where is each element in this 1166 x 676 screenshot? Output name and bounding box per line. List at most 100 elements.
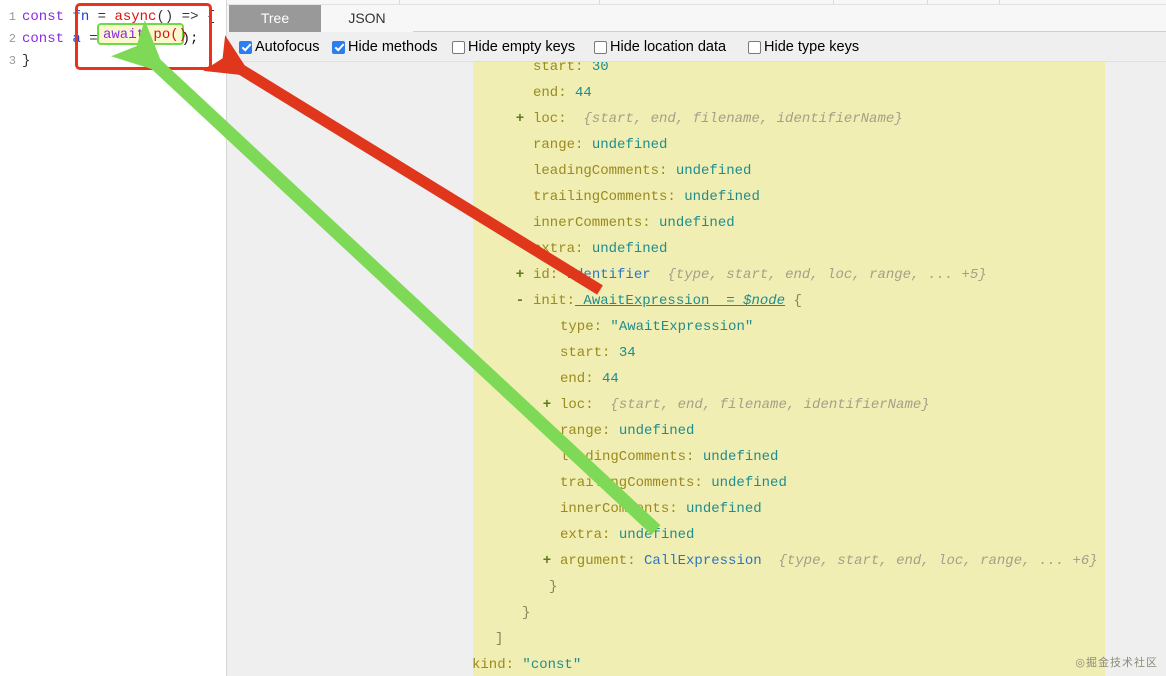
tree-key: range:: [560, 423, 611, 439]
tree-row[interactable]: extra: undefined: [227, 522, 1166, 548]
tree-value: undefined: [694, 449, 779, 465]
option-label: Hide methods: [348, 39, 438, 55]
tree-row[interactable]: type: "AwaitExpression": [227, 314, 1166, 340]
tree-key: extra:: [560, 527, 611, 543]
collapse-toggle-icon[interactable]: -: [515, 288, 525, 314]
tree-row[interactable]: range: undefined: [227, 418, 1166, 444]
tab-tree[interactable]: Tree: [229, 5, 321, 32]
tree-key: id:: [533, 267, 559, 283]
tree-key: innerComments:: [533, 215, 651, 231]
code-token: =: [80, 31, 107, 47]
tree-row-content: range: undefined: [533, 132, 667, 158]
tree-row[interactable]: innerComments: undefined: [227, 210, 1166, 236]
tree-row[interactable]: }: [227, 600, 1166, 626]
tree-row[interactable]: ]: [227, 626, 1166, 652]
tree-row[interactable]: leadingComments: undefined: [227, 444, 1166, 470]
checkbox-icon[interactable]: [594, 40, 607, 54]
tree-row[interactable]: end: 44: [227, 80, 1166, 106]
tree-key: loc:: [560, 397, 594, 413]
expand-toggle-icon[interactable]: +: [515, 262, 525, 288]
tab-json[interactable]: JSON: [321, 5, 413, 32]
tree-row-content: extra: undefined: [533, 236, 667, 262]
tree-value: undefined: [675, 189, 760, 205]
tree-row-content: }: [549, 574, 557, 600]
tree-value: undefined: [702, 475, 787, 491]
option-hide-location-data[interactable]: Hide location data: [594, 37, 726, 57]
code-line-text: const a = await po();: [22, 28, 198, 50]
tree-row[interactable]: start: 30: [227, 62, 1166, 80]
tree-row[interactable]: + loc: {start, end, filename, identifierN…: [227, 392, 1166, 418]
tree-row[interactable]: trailingComments: undefined: [227, 470, 1166, 496]
tree-key: type:: [560, 319, 603, 335]
tree-value: undefined: [610, 527, 695, 543]
tree-key: end:: [533, 85, 567, 101]
tree-row[interactable]: + loc: {start, end, filename, identifierN…: [227, 106, 1166, 132]
option-autofocus[interactable]: Autofocus: [239, 37, 320, 57]
tree-row[interactable]: start: 34: [227, 340, 1166, 366]
code-token: }: [22, 53, 31, 69]
tree-brace: ]: [495, 631, 504, 647]
code-line-text: }: [22, 50, 30, 72]
tree-key: start:: [533, 62, 584, 75]
tree-row[interactable]: - init: AwaitExpression = $node {: [227, 288, 1166, 314]
tree-row-content: trailingComments: undefined: [533, 184, 760, 210]
tree-row[interactable]: range: undefined: [227, 132, 1166, 158]
tree-value: AwaitExpression: [575, 293, 710, 309]
tree-brace: {: [785, 293, 802, 309]
tree-row[interactable]: + argument: CallExpression {type, start, …: [227, 548, 1166, 574]
tree-value: undefined: [583, 241, 668, 257]
tree-row-content: loc: {start, end, filename, identifierNa…: [533, 106, 903, 132]
line-number: 1: [8, 10, 16, 24]
tree-value: undefined: [610, 423, 695, 439]
options-toolbar: Autofocus Hide methods Hide empty keys Hide…: [227, 32, 1166, 62]
tree-row[interactable]: innerComments: undefined: [227, 496, 1166, 522]
expand-toggle-icon[interactable]: +: [542, 392, 552, 418]
code-line-text: const fn = async() => {: [22, 6, 215, 28]
tree-value: 44: [566, 85, 592, 101]
tree-row-content: type: "AwaitExpression": [560, 314, 753, 340]
option-hide-empty-keys[interactable]: Hide empty keys: [452, 37, 575, 57]
option-label: Hide empty keys: [468, 39, 576, 55]
line-number: 2: [8, 32, 16, 46]
tree-key: loc:: [533, 111, 567, 127]
tree-brace: }: [522, 605, 531, 621]
tree-value: "AwaitExpression": [602, 319, 754, 335]
checkbox-icon[interactable]: [332, 40, 345, 54]
tree-row-content: extra: undefined: [560, 522, 694, 548]
tree-value: undefined: [650, 215, 735, 231]
tree-node-alias: = $node: [709, 293, 786, 309]
checkbox-icon[interactable]: [452, 40, 465, 54]
code-token: =: [89, 9, 115, 25]
checkbox-icon[interactable]: [748, 40, 761, 54]
tree-row-content: id: Identifier {type, start, end, loc, r…: [533, 262, 987, 288]
tree-preview-hint: {start, end, filename, identifierName}: [566, 111, 903, 127]
tree-key: leadingComments:: [533, 163, 668, 179]
tree-row[interactable]: end: 44: [227, 366, 1166, 392]
tree-row[interactable]: + id: Identifier {type, start, end, loc, …: [227, 262, 1166, 288]
expand-toggle-icon[interactable]: +: [515, 106, 525, 132]
option-label: Hide location data: [610, 39, 727, 55]
tree-row[interactable]: }: [227, 574, 1166, 600]
tree-row-content: start: 30: [533, 62, 609, 80]
tree-key: kind:: [472, 657, 515, 673]
tree-row[interactable]: leadingComments: undefined: [227, 158, 1166, 184]
tree-key: end:: [560, 371, 594, 387]
watermark: ◎掘金技术社区: [1075, 656, 1158, 669]
tree-row-content: end: 44: [560, 366, 619, 392]
checkbox-icon[interactable]: [239, 40, 252, 54]
tree-row[interactable]: extra: undefined: [227, 236, 1166, 262]
tree-key: range:: [533, 137, 584, 153]
ast-tree-view[interactable]: start: 30 end: 44 + loc: {start, end, filen…: [227, 62, 1166, 676]
option-hide-type-keys[interactable]: Hide type keys: [748, 37, 859, 57]
tree-key: trailingComments:: [560, 475, 703, 491]
code-token: async: [114, 9, 157, 25]
option-hide-methods[interactable]: Hide methods: [332, 37, 437, 57]
tree-preview-hint: {type, start, end, loc, range, ... +6}: [761, 553, 1098, 569]
tree-row[interactable]: kind: "const": [227, 652, 1166, 676]
code-line: 2 const a = await po();: [0, 28, 226, 50]
tree-row[interactable]: trailingComments: undefined: [227, 184, 1166, 210]
tree-row-content: loc: {start, end, filename, identifierNa…: [560, 392, 930, 418]
code-editor-panel[interactable]: 1 const fn = async() => { 2 const a = await…: [0, 0, 227, 676]
tree-value: 30: [583, 62, 609, 75]
expand-toggle-icon[interactable]: +: [542, 548, 552, 574]
